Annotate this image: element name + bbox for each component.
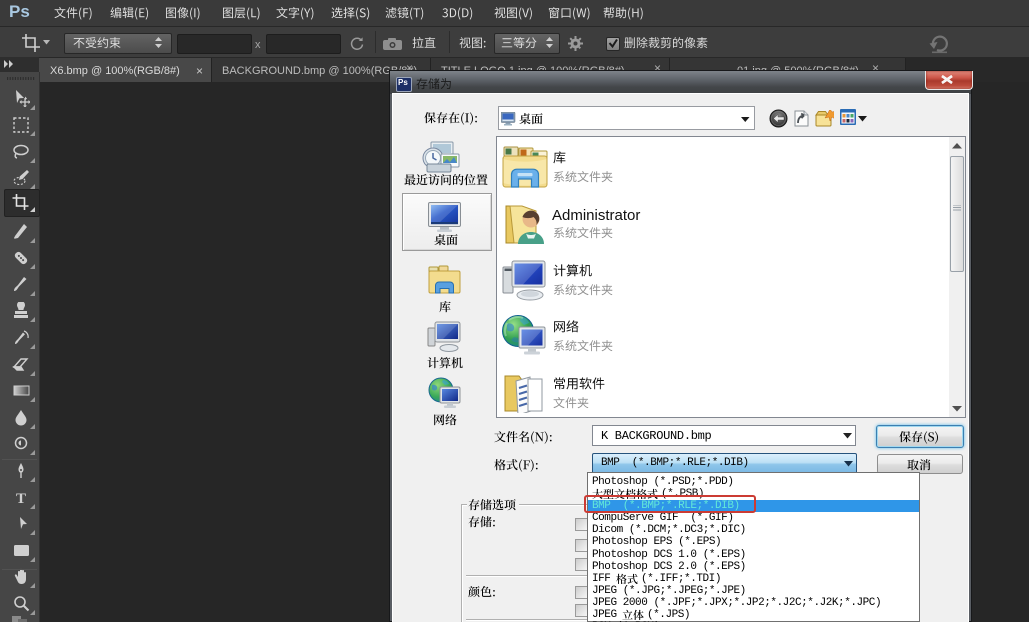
svg-text:T: T: [16, 491, 26, 506]
